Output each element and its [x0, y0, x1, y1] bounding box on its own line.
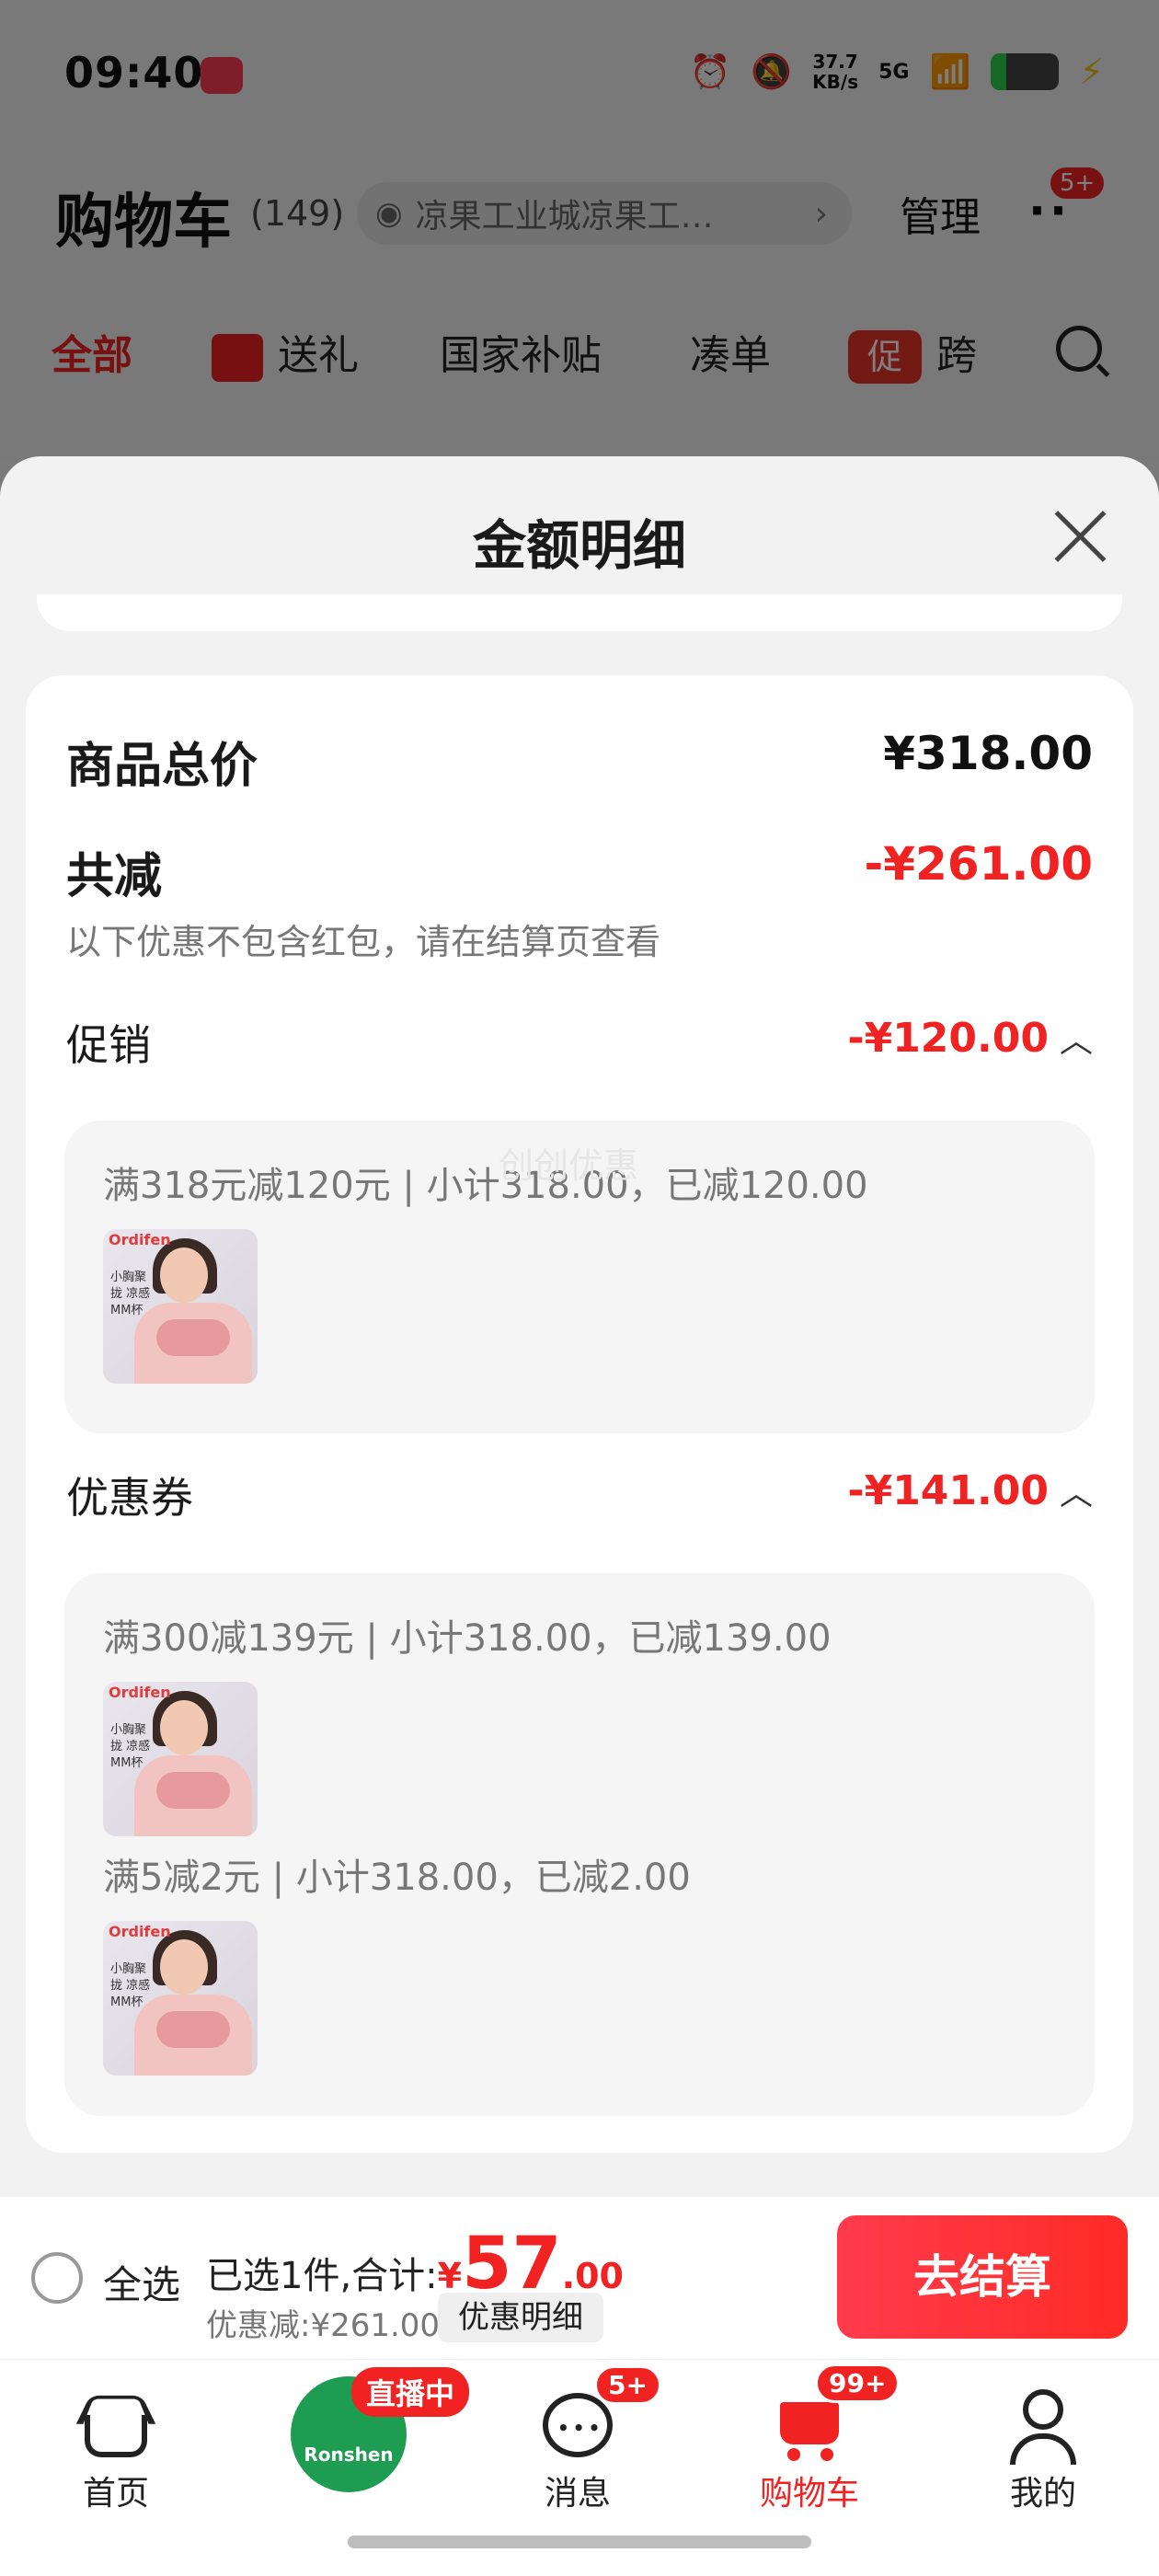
total-label: 商品总价	[66, 739, 258, 794]
close-icon[interactable]	[1052, 506, 1107, 561]
messages-badge: 5+	[594, 2365, 661, 2405]
nav-home[interactable]: 首页	[33, 2378, 199, 2514]
total-value: ¥318.00	[883, 727, 1093, 780]
chevron-up-icon: ︿	[1059, 1475, 1093, 1512]
coupon-detail-2: 满5减2元 | 小计318.00，已减2.00	[103, 1857, 691, 1899]
watermark: 创创优惠	[499, 1145, 639, 1186]
promo-label: 促销	[66, 1020, 151, 1070]
live-badge: 直播中	[351, 2367, 470, 2417]
sheet-title: 金额明细	[472, 514, 686, 577]
checkout-bar: 全选 已选1件,合计:¥57.00 优惠减:¥261.00 优惠明细 去结算	[0, 2197, 1159, 2359]
amount-detail-card: 商品总价 ¥318.00 共减 -¥261.00 以下优惠不包含红包，请在结算页…	[26, 675, 1133, 2153]
promo-detail: 满318元减120元 | 小计318.00，已减120.00	[103, 1165, 868, 1207]
user-icon	[1006, 2387, 1080, 2465]
product-thumbnail[interactable]: Ordifen 小胸聚拢 凉感MM杯	[103, 1921, 258, 2076]
previous-card-edge	[37, 594, 1122, 631]
product-thumbnail[interactable]: Ordifen 小胸聚拢 凉感MM杯	[103, 1229, 258, 1384]
select-all-checkbox[interactable]	[31, 2252, 83, 2304]
coupon-detail-1: 满300减139元 | 小计318.00，已减139.00	[103, 1617, 832, 1660]
dim-overlay[interactable]	[0, 0, 1159, 460]
coupon-value: -¥141.00 ︿	[847, 1467, 1093, 1514]
promo-value: -¥120.00 ︿	[847, 1015, 1093, 1062]
checkout-button[interactable]: 去结算	[837, 2215, 1128, 2339]
coupon-label: 优惠券	[66, 1473, 193, 1523]
coupon-detail-box: 满300减139元 | 小计318.00，已减139.00 Ordifen 小胸…	[64, 1573, 1095, 2116]
cart-badge: 99+	[815, 2363, 901, 2403]
home-icon	[75, 2387, 156, 2461]
product-thumbnail[interactable]: Ordifen 小胸聚拢 凉感MM杯	[103, 1682, 258, 1836]
promo-row[interactable]: 促销 -¥120.00 ︿	[66, 1012, 1093, 1073]
reduce-note: 以下优惠不包含红包，请在结算页查看	[66, 922, 661, 962]
chevron-up-icon: ︿	[1059, 1022, 1093, 1060]
discount-summary: 优惠减:¥261.00	[206, 2307, 441, 2344]
coupon-row[interactable]: 优惠券 -¥141.00 ︿	[66, 1465, 1093, 1525]
nav-mine[interactable]: 我的	[960, 2378, 1126, 2514]
reduce-value: -¥261.00	[864, 837, 1094, 891]
amount-detail-sheet: 金额明细 商品总价 ¥318.00 共减 -¥261.00 以下优惠不包含红包，…	[0, 456, 1159, 2361]
total-row: 商品总价 ¥318.00	[66, 727, 1093, 796]
discount-detail-button[interactable]: 优惠明细	[438, 2293, 603, 2342]
reduce-row: 共减 -¥261.00 以下优惠不包含红包，请在结算页查看	[66, 837, 1093, 964]
home-indicator[interactable]	[348, 2536, 811, 2548]
select-all-label[interactable]: 全选	[103, 2254, 180, 2310]
